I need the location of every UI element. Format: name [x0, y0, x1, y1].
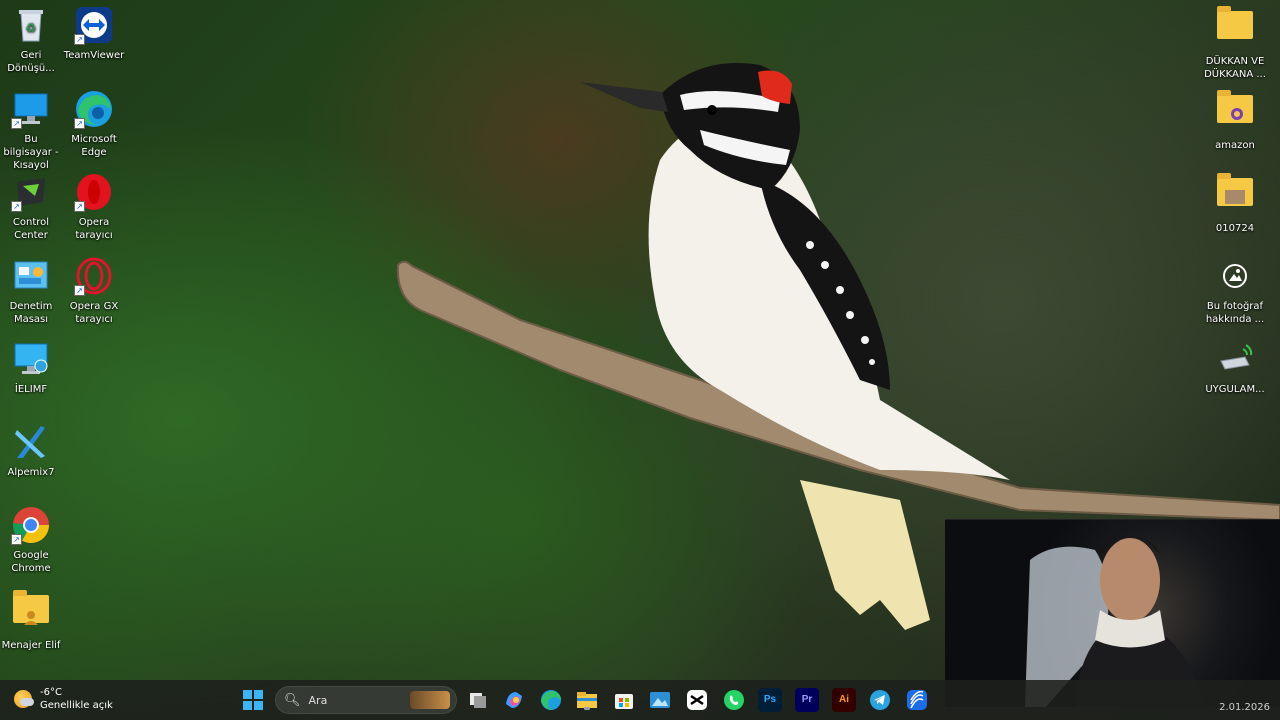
desktop-icon-recycle-bin[interactable]: ♻ Geri Dönüşü... [0, 5, 62, 75]
desktop-icon-photo-info[interactable]: Bu fotoğraf hakkında ... [1204, 256, 1266, 326]
desktop-icon-chrome[interactable]: ↗ Google Chrome [0, 505, 62, 575]
weather-widget[interactable]: -6°C Genellikle açık [14, 686, 113, 712]
running-indicator [584, 707, 590, 710]
desktop-icon-label: Bu fotoğraf hakkında ... [1205, 301, 1265, 325]
desktop-icon-menajer-elif[interactable]: Menajer Elif [0, 589, 62, 652]
weather-temperature: -6°C [40, 687, 62, 698]
desktop-icon-label: TeamViewer [63, 50, 125, 61]
photo-info-icon [1215, 256, 1255, 296]
taskbar-search[interactable]: 🔍︎ Ara [275, 686, 457, 714]
taskbar-telegram[interactable] [868, 688, 892, 712]
folder-icon [1215, 90, 1255, 135]
partly-sunny-icon [14, 690, 34, 708]
desktop-icon-alpemix[interactable]: Alpemix7 [0, 422, 62, 479]
taskbar-photoshop[interactable]: Ps [758, 688, 782, 712]
search-highlight-icon [410, 691, 450, 709]
desktop-icon-this-pc[interactable]: ↗ Bu bilgisayar - Kısayol [0, 89, 62, 172]
taskbar-illustrator[interactable]: Ai [832, 688, 856, 712]
app-swirl-icon [907, 690, 927, 710]
control-panel-icon [11, 256, 51, 296]
copilot-icon [506, 692, 522, 708]
webcam-overlay [945, 519, 1280, 707]
desktop-icon-dukkan-folder[interactable]: DÜKKAN VE DÜKKANA ... [1204, 5, 1266, 81]
desktop-icon-label: Opera GX tarayıcı [69, 301, 119, 325]
wallpaper-bird-beak [580, 82, 668, 112]
svg-text:♻: ♻ [26, 21, 37, 35]
telegram-icon [870, 690, 890, 710]
windows-logo-icon [243, 690, 263, 710]
taskbar-premiere[interactable]: Pr [795, 688, 819, 712]
search-placeholder: Ara [308, 693, 328, 707]
taskbar-task-view[interactable] [466, 688, 490, 712]
desktop-icon-label: Google Chrome [11, 550, 51, 574]
control-center-icon: ↗ [11, 172, 51, 212]
taskbar: -6°C Genellikle açık 🔍︎ Ara Ps Pr Ai 2.0… [0, 680, 1280, 720]
desktop-icon-control-center[interactable]: ↗ Control Center [0, 172, 62, 242]
desktop-icon-label: Menajer Elif [1, 640, 61, 651]
taskbar-edge[interactable] [539, 688, 563, 712]
user-folder-icon [11, 590, 51, 635]
desktop-icon-label: Alpemix7 [7, 467, 55, 478]
alpemix-icon [11, 422, 51, 462]
taskbar-copilot[interactable] [502, 688, 526, 712]
desktop-icon-amazon-folder[interactable]: amazon [1204, 89, 1266, 152]
search-icon: 🔍︎ [284, 692, 301, 708]
wallpaper-bird-tail [800, 480, 930, 630]
taskbar-file-explorer[interactable] [575, 688, 599, 712]
network-pc-icon [11, 339, 51, 379]
usb-drive-icon [1215, 339, 1255, 379]
desktop-icon-control-panel[interactable]: Denetim Masası [0, 256, 62, 326]
desktop-icon-network-pc[interactable]: İELIMF [0, 339, 62, 396]
recycle-bin-icon: ♻ [11, 5, 51, 45]
desktop-icon-label: UYGULAM... [1205, 384, 1265, 395]
teamviewer-icon: ↗ [74, 5, 114, 45]
desktop-icon-label: Microsoft Edge [71, 134, 117, 158]
task-view-icon [470, 693, 486, 708]
desktop-icon-edge[interactable]: ↗ Microsoft Edge [63, 89, 125, 159]
taskbar-app-blue[interactable] [905, 688, 929, 712]
desktop-icon-opera[interactable]: ↗ Opera tarayıcı [63, 172, 125, 242]
desktop-icon-010724-folder[interactable]: 010724 [1204, 172, 1266, 235]
taskbar-whatsapp[interactable] [722, 688, 746, 712]
store-icon [615, 694, 633, 709]
desktop-icon-label: Opera tarayıcı [75, 217, 113, 241]
edge-icon: ↗ [74, 89, 114, 129]
capcut-icon [687, 690, 707, 710]
desktop-icon-label: Denetim Masası [9, 301, 53, 325]
edge-icon [541, 690, 561, 710]
desktop-icon-label: 010724 [1215, 223, 1255, 234]
desktop-icon-label: DÜKKAN VE DÜKKANA ... [1204, 56, 1266, 80]
desktop-icon-label: Bu bilgisayar - Kısayol [3, 134, 59, 171]
desktop-icon-opera-gx[interactable]: ↗ Opera GX tarayıcı [63, 256, 125, 326]
this-pc-icon: ↗ [11, 89, 51, 129]
folder-icon [1215, 6, 1255, 51]
desktop-icon-teamviewer[interactable]: ↗ TeamViewer [63, 5, 125, 62]
clock-date[interactable]: 2.01.2026 [1219, 701, 1270, 714]
taskbar-photos[interactable] [648, 688, 672, 712]
whatsapp-icon [724, 690, 744, 710]
desktop-icon-label: İELIMF [14, 384, 48, 395]
opera-icon: ↗ [74, 172, 114, 212]
opera-gx-icon: ↗ [74, 256, 114, 296]
desktop-icon-label: amazon [1215, 140, 1255, 151]
desktop-icon-usb-app[interactable]: UYGULAM... [1204, 339, 1266, 396]
desktop-icon-label: Control Center [12, 217, 50, 241]
chrome-icon: ↗ [11, 505, 51, 545]
weather-description: Genellikle açık [40, 700, 113, 711]
desktop-icon-label: Geri Dönüşü... [7, 50, 55, 74]
photos-icon [650, 692, 670, 708]
start-button[interactable] [241, 688, 265, 712]
taskbar-microsoft-store[interactable] [612, 688, 636, 712]
taskbar-capcut[interactable] [685, 688, 709, 712]
folder-icon [1215, 173, 1255, 218]
